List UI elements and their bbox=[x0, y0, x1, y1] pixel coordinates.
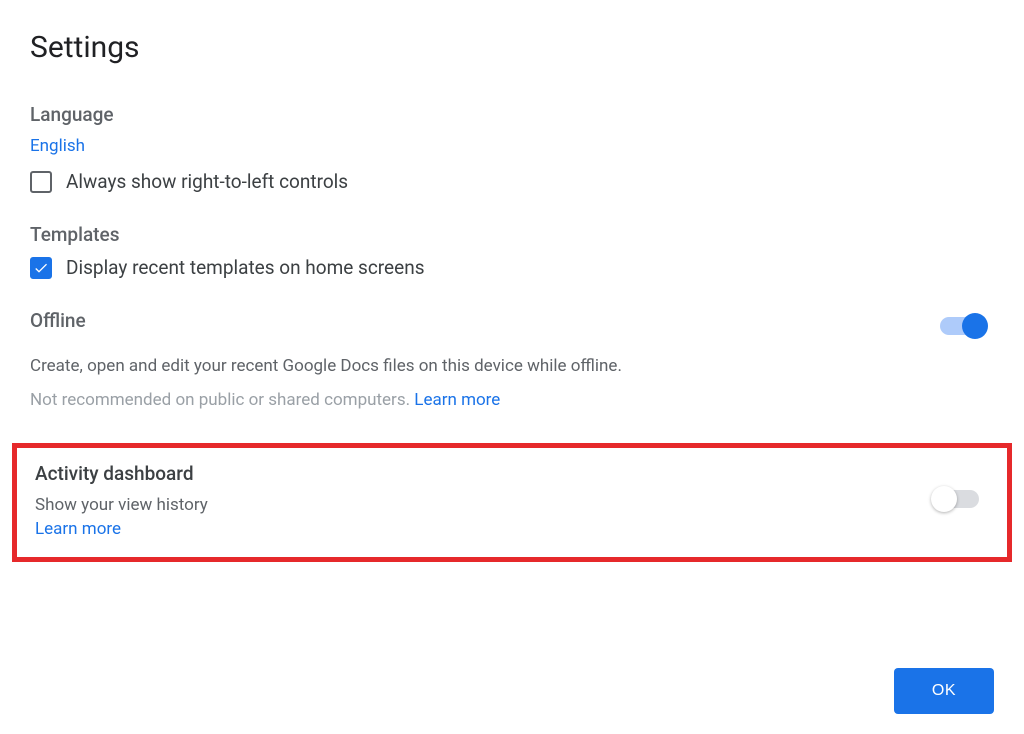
templates-heading: Templates bbox=[30, 223, 994, 246]
offline-section: Offline Create, open and edit your recen… bbox=[30, 309, 994, 413]
templates-checkbox-label: Display recent templates on home screens bbox=[66, 256, 425, 279]
offline-learn-more-link[interactable]: Learn more bbox=[414, 390, 500, 410]
language-heading: Language bbox=[30, 103, 994, 126]
offline-description: Create, open and edit your recent Google… bbox=[30, 354, 994, 380]
offline-heading: Offline bbox=[30, 309, 86, 332]
rtl-checkbox-label: Always show right-to-left controls bbox=[66, 170, 348, 193]
language-section: Language English Always show right-to-le… bbox=[30, 103, 994, 193]
activity-learn-more-link[interactable]: Learn more bbox=[35, 519, 121, 539]
rtl-checkbox[interactable] bbox=[30, 171, 52, 193]
activity-heading: Activity dashboard bbox=[35, 462, 208, 485]
activity-highlight-box: Activity dashboard Show your view histor… bbox=[12, 443, 1012, 562]
templates-checkbox[interactable] bbox=[30, 257, 52, 279]
templates-checkbox-row: Display recent templates on home screens bbox=[30, 256, 994, 279]
offline-warning-text: Not recommended on public or shared comp… bbox=[30, 390, 414, 410]
offline-toggle[interactable] bbox=[940, 317, 984, 335]
page-title: Settings bbox=[30, 30, 994, 65]
check-icon bbox=[33, 260, 49, 276]
rtl-checkbox-row: Always show right-to-left controls bbox=[30, 170, 994, 193]
activity-description: Show your view history bbox=[35, 495, 208, 515]
toggle-knob-icon bbox=[962, 313, 988, 339]
ok-button[interactable]: OK bbox=[894, 668, 994, 714]
toggle-knob-icon bbox=[931, 486, 957, 512]
activity-toggle[interactable] bbox=[935, 490, 979, 508]
templates-section: Templates Display recent templates on ho… bbox=[30, 223, 994, 279]
offline-warning: Not recommended on public or shared comp… bbox=[30, 388, 994, 414]
language-current-link[interactable]: English bbox=[30, 136, 85, 156]
